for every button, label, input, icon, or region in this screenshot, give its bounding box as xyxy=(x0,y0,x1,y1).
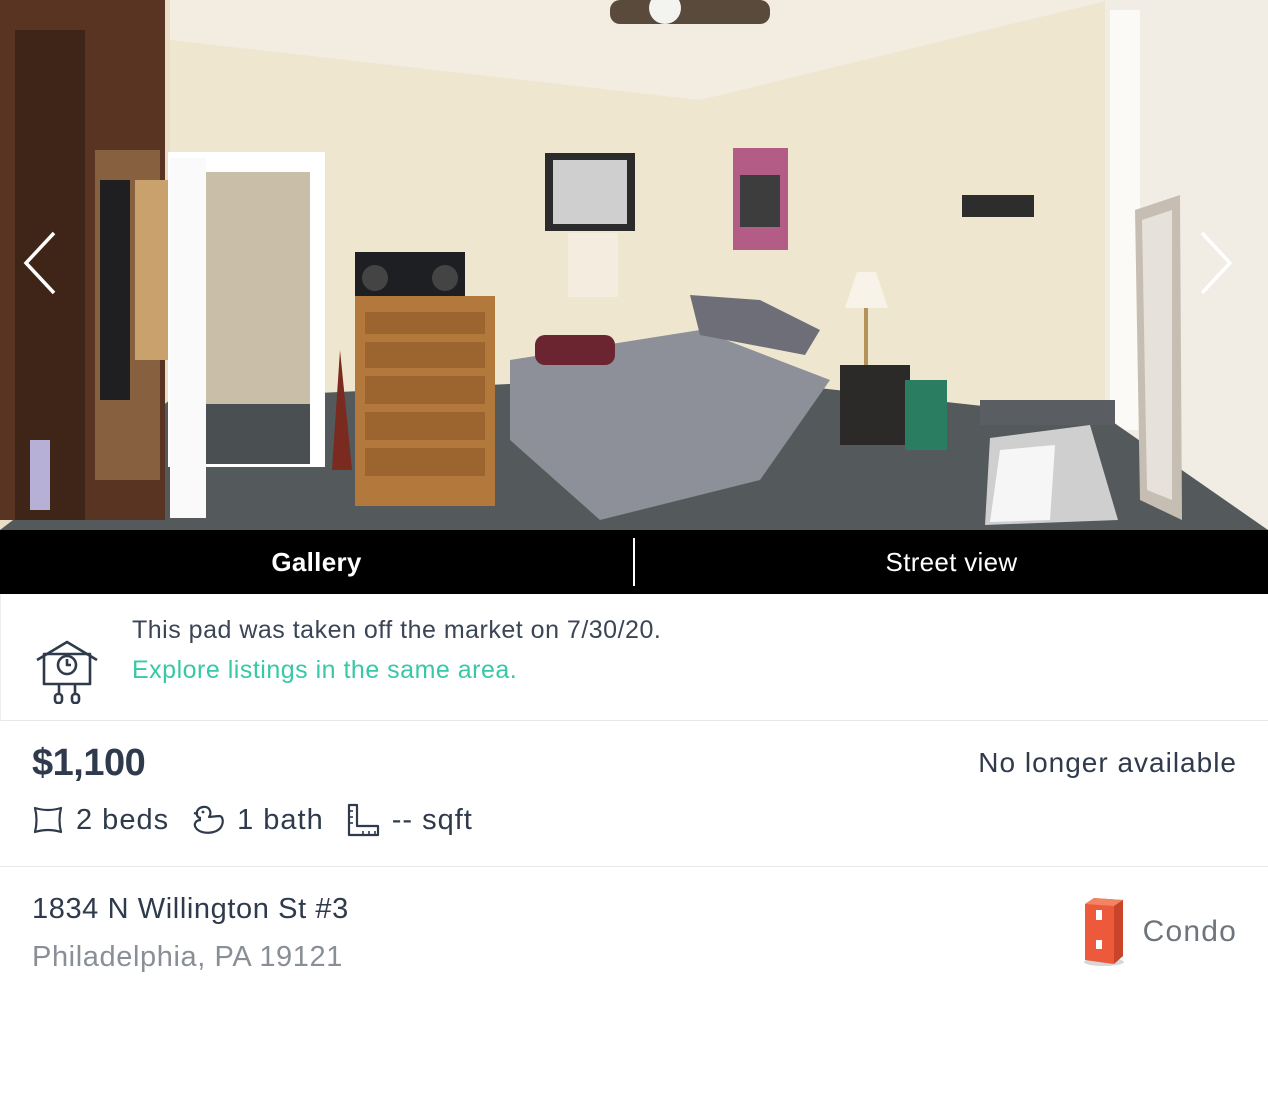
ruler-icon xyxy=(347,803,379,837)
section-divider xyxy=(0,866,1268,867)
tab-gallery[interactable]: Gallery xyxy=(0,547,633,578)
beds-count: 2 beds xyxy=(76,803,170,836)
bed-pillow-icon xyxy=(33,806,63,834)
off-market-message: This pad was taken off the market on 7/3… xyxy=(132,616,662,644)
condo-building-icon xyxy=(1083,898,1124,966)
chevron-left-icon xyxy=(23,231,56,295)
sqft-value: -- sqft xyxy=(391,803,473,836)
beds-stat: 2 beds xyxy=(32,804,169,837)
explore-listings-link[interactable]: Explore listings in the same area. xyxy=(132,656,517,685)
previous-photo-button[interactable] xyxy=(22,230,70,310)
gallery-tabs: Gallery Street view xyxy=(0,530,1268,594)
property-type: Condo xyxy=(1081,896,1237,968)
next-photo-button[interactable] xyxy=(1198,230,1246,310)
chevron-right-icon xyxy=(1200,231,1233,295)
city-state-zip: Philadelphia, PA 19121 xyxy=(32,941,343,973)
bedroom-photo xyxy=(0,0,1268,530)
availability-status: No longer available xyxy=(978,747,1237,778)
street-address: 1834 N Willington St #3 xyxy=(32,893,349,925)
listing-photo[interactable] xyxy=(0,0,1268,530)
listing-price: $1,100 xyxy=(32,742,146,784)
sqft-stat: -- sqft xyxy=(346,803,473,837)
off-market-banner: This pad was taken off the market on 7/3… xyxy=(0,594,1268,721)
listing-stats: 2 beds 1 bath -- sqft xyxy=(32,800,495,840)
tab-street-view[interactable]: Street view xyxy=(635,547,1268,578)
property-type-label: Condo xyxy=(1142,915,1237,948)
cuckoo-clock-icon xyxy=(36,640,98,704)
baths-stat: 1 bath xyxy=(191,804,324,837)
rubber-duck-icon xyxy=(193,805,224,834)
baths-count: 1 bath xyxy=(237,803,324,836)
